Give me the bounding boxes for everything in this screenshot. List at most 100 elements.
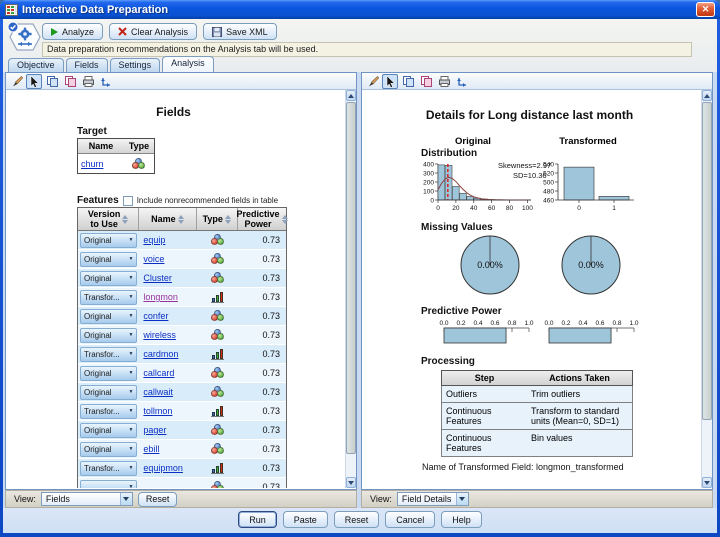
include-nonrecommended-checkbox[interactable] bbox=[123, 196, 133, 206]
scrollbar-thumb[interactable] bbox=[346, 102, 356, 454]
nominal-type-icon bbox=[211, 481, 225, 488]
fields-scrollbar[interactable] bbox=[345, 90, 356, 488]
histogram-transformed: 46048050052054001 bbox=[538, 158, 642, 221]
pivot-axes-icon[interactable] bbox=[454, 74, 470, 89]
clear-analysis-button[interactable]: Clear Analysis bbox=[109, 23, 197, 40]
field-link[interactable]: Cluster bbox=[143, 273, 172, 283]
copy-visualization-icon[interactable] bbox=[400, 74, 416, 89]
scroll-up-icon[interactable] bbox=[346, 90, 356, 101]
pivot-axes-icon[interactable] bbox=[98, 74, 114, 89]
copy-data-icon[interactable] bbox=[418, 74, 434, 89]
fields-panel-toolbar bbox=[6, 73, 356, 90]
version-dropdown[interactable]: Original▼ bbox=[80, 252, 137, 267]
svg-text:100: 100 bbox=[423, 188, 434, 195]
copy-data-icon[interactable] bbox=[62, 74, 78, 89]
print-icon[interactable] bbox=[80, 74, 96, 89]
version-dropdown[interactable]: Original▼ bbox=[80, 385, 137, 400]
field-link[interactable]: cardmon bbox=[143, 349, 178, 359]
svg-text:100: 100 bbox=[522, 205, 533, 212]
field-link[interactable]: confer bbox=[143, 311, 168, 321]
version-dropdown[interactable]: Original▼ bbox=[80, 423, 137, 438]
copy-visualization-icon[interactable] bbox=[44, 74, 60, 89]
chevron-down-icon: ▼ bbox=[128, 294, 133, 300]
field-link[interactable]: callcard bbox=[143, 368, 174, 378]
field-link[interactable]: equip bbox=[143, 235, 165, 245]
details-scrollbar[interactable] bbox=[701, 90, 712, 488]
save-xml-label: Save XML bbox=[226, 27, 268, 37]
chevron-down-icon: ▼ bbox=[128, 351, 133, 357]
field-link[interactable]: ebill bbox=[143, 444, 159, 454]
version-dropdown[interactable]: Transfor...▼ bbox=[80, 461, 137, 476]
field-link[interactable]: pager bbox=[143, 425, 166, 435]
print-icon[interactable] bbox=[436, 74, 452, 89]
svg-text:0: 0 bbox=[430, 197, 434, 204]
target-field-link[interactable]: churn bbox=[81, 159, 104, 169]
tab-settings[interactable]: Settings bbox=[110, 58, 161, 72]
target-col-name: Name bbox=[78, 141, 124, 151]
scroll-up-icon[interactable] bbox=[702, 90, 712, 101]
header-version-to-use[interactable]: Versionto Use bbox=[78, 208, 139, 230]
target-col-type: Type bbox=[124, 141, 154, 151]
version-dropdown[interactable]: Original▼ bbox=[80, 442, 137, 457]
header-name[interactable]: Name bbox=[139, 208, 196, 230]
field-link[interactable]: wireless bbox=[143, 330, 176, 340]
reset-button[interactable]: Reset bbox=[334, 511, 380, 528]
app-window: Interactive Data Preparation ✕ bbox=[0, 0, 720, 537]
version-dropdown[interactable]: Original▼ bbox=[80, 271, 137, 286]
scroll-down-icon[interactable] bbox=[702, 477, 712, 488]
version-dropdown[interactable]: Transfor...▼ bbox=[80, 347, 137, 362]
tab-analysis[interactable]: Analysis bbox=[162, 56, 214, 72]
field-link[interactable]: voice bbox=[143, 254, 164, 264]
version-dropdown[interactable]: ▼ bbox=[80, 480, 137, 489]
field-link[interactable]: tollmon bbox=[143, 406, 172, 416]
version-dropdown[interactable]: Original▼ bbox=[80, 366, 137, 381]
nominal-type-icon bbox=[132, 158, 146, 170]
header-type[interactable]: Type bbox=[197, 208, 238, 230]
svg-text:300: 300 bbox=[423, 170, 434, 177]
chevron-down-icon: ▼ bbox=[128, 256, 133, 262]
save-disk-icon bbox=[212, 27, 222, 37]
processing-table: Step Actions Taken OutliersTrim outliers… bbox=[441, 370, 633, 457]
scrollbar-thumb[interactable] bbox=[702, 102, 712, 420]
save-xml-button[interactable]: Save XML bbox=[203, 23, 277, 40]
scroll-down-icon[interactable] bbox=[346, 477, 356, 488]
svg-text:0.00%: 0.00% bbox=[578, 260, 604, 270]
details-view-bar: View: Field Details bbox=[361, 490, 713, 508]
processing-row: Continuous FeaturesTransform to standard… bbox=[441, 403, 633, 430]
run-button[interactable]: Run bbox=[238, 511, 277, 528]
field-link[interactable]: longmon bbox=[143, 292, 178, 302]
version-dropdown[interactable]: Transfor...▼ bbox=[80, 404, 137, 419]
target-section-label: Target bbox=[77, 126, 107, 137]
title-bar: Interactive Data Preparation ✕ bbox=[0, 0, 720, 19]
nominal-type-icon bbox=[211, 234, 225, 246]
paste-button[interactable]: Paste bbox=[283, 511, 328, 528]
version-dropdown[interactable]: Transfor...▼ bbox=[80, 290, 137, 305]
analyze-label: Analyze bbox=[62, 27, 94, 37]
data-prep-node-icon bbox=[6, 20, 42, 59]
version-dropdown[interactable]: Original▼ bbox=[80, 328, 137, 343]
select-cursor-icon[interactable] bbox=[26, 74, 42, 89]
svg-text:460: 460 bbox=[543, 197, 554, 204]
fields-view-select[interactable]: Fields bbox=[41, 492, 133, 506]
version-dropdown[interactable]: Original▼ bbox=[80, 309, 137, 324]
chevron-down-icon: ▼ bbox=[128, 313, 133, 319]
analyze-button[interactable]: Analyze bbox=[42, 23, 103, 40]
style-brush-icon[interactable] bbox=[364, 74, 380, 89]
version-dropdown[interactable]: Original▼ bbox=[80, 233, 137, 248]
header-predictive-power[interactable]: PredictivePower bbox=[238, 208, 286, 230]
tab-objective[interactable]: Objective bbox=[8, 58, 64, 72]
style-brush-icon[interactable] bbox=[8, 74, 24, 89]
close-button[interactable]: ✕ bbox=[696, 2, 715, 17]
svg-text:0.4: 0.4 bbox=[578, 320, 587, 327]
field-link[interactable]: equipmon bbox=[143, 463, 183, 473]
help-button[interactable]: Help bbox=[441, 511, 482, 528]
view-reset-button[interactable]: Reset bbox=[138, 492, 178, 507]
select-cursor-icon[interactable] bbox=[382, 74, 398, 89]
nominal-type-icon bbox=[211, 329, 225, 341]
details-view-select[interactable]: Field Details bbox=[397, 492, 469, 506]
sort-icon bbox=[122, 215, 128, 224]
cancel-button[interactable]: Cancel bbox=[385, 511, 435, 528]
field-link[interactable]: callwait bbox=[143, 387, 173, 397]
chevron-down-icon: ▼ bbox=[128, 446, 133, 452]
tab-fields[interactable]: Fields bbox=[66, 58, 108, 72]
